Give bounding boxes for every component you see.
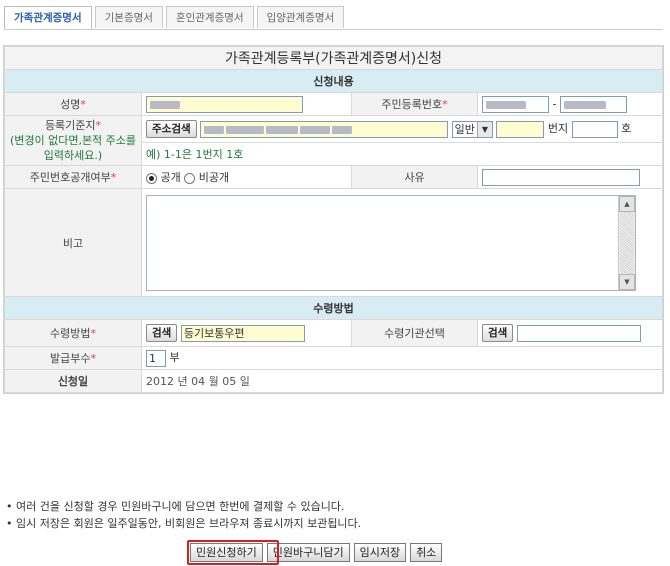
application-form: 가족관계등록부(가족관계증명서)신청 신청내용 성명* 주민등록번호* - 등록… (3, 45, 664, 394)
remark-label: 비고 (4, 188, 142, 297)
note-basket: • 여러 건을 신청할 경우 민원바구니에 담으면 한번에 결제할 수 있습니다… (6, 500, 345, 513)
ho-input[interactable] (571, 120, 618, 138)
bunji-input[interactable] (496, 120, 545, 138)
copies-input[interactable]: 1 (146, 349, 166, 367)
apply-date-label: 신청일 (4, 369, 142, 393)
receive-org-input[interactable] (516, 324, 641, 342)
disclose-private-label: 비공개 (198, 171, 230, 184)
apply-button-highlight (187, 540, 279, 565)
address-example: 예) 1-1은 1번지 1호 (141, 142, 663, 166)
apply-date-value: 2012 년 04 월 05 일 (141, 369, 663, 393)
name-input[interactable] (146, 95, 303, 113)
remark-scrollbar[interactable]: ▲ ▼ (618, 195, 635, 290)
address-row: 주소검색 일반 ▼ 번지 호 (141, 114, 663, 144)
copies-label: 발급부수* (4, 346, 142, 370)
rrn-front-input[interactable] (482, 95, 549, 113)
address-type-select[interactable]: 일반 ▼ (451, 120, 493, 138)
copies-unit: 부 (169, 351, 180, 365)
section-receive-method: 수령방법 (4, 296, 663, 320)
address-label: 등록기준지* (변경이 없다면,본적 주소를 입력하세요.) (4, 115, 142, 166)
rrn-label: 주민등록번호* (351, 92, 478, 116)
address-hint: (변경이 없다면,본적 주소를 입력하세요.) (9, 134, 137, 162)
address-input[interactable] (200, 120, 449, 138)
scroll-down-icon[interactable]: ▼ (619, 273, 635, 290)
rrn-cell: - (477, 92, 663, 116)
cancel-button[interactable]: 취소 (410, 543, 443, 562)
name-cell (141, 92, 352, 116)
disclose-public-label: 공개 (160, 171, 181, 184)
certificate-tabs: 가족관계증명서 기본증명서 혼인관계증명서 입양관계증명서 (4, 6, 347, 30)
remark-cell: ▲ ▼ (141, 188, 663, 297)
notes: • 여러 건을 신청할 경우 민원바구니에 담으면 한번에 결제할 수 있습니다… (6, 498, 361, 532)
add-to-basket-button[interactable]: 민원바구니담기 (266, 543, 350, 562)
ho-label: 호 (621, 122, 632, 136)
copies-cell: 1 부 (141, 346, 663, 370)
scroll-up-icon[interactable]: ▲ (619, 195, 635, 212)
section-apply-content: 신청내용 (4, 69, 663, 93)
tab-divider (4, 29, 663, 30)
rrn-separator: - (552, 97, 557, 110)
tab-adoption[interactable]: 입양관계증명서 (256, 6, 345, 28)
tab-family-relation[interactable]: 가족관계증명서 (4, 6, 92, 30)
reason-input[interactable] (482, 168, 640, 186)
reason-label: 사유 (351, 165, 478, 189)
reason-cell (477, 165, 663, 189)
remark-textarea[interactable]: ▲ ▼ (146, 194, 636, 291)
rrn-disclose-options: 공개 비공개 (141, 165, 352, 189)
chevron-down-icon[interactable]: ▼ (476, 121, 492, 137)
receive-method-input[interactable]: 등기보통우편 (180, 324, 305, 342)
temp-save-button[interactable]: 임시저장 (353, 543, 407, 562)
name-label: 성명* (4, 92, 142, 116)
receive-method-search-button[interactable]: 검색 (146, 324, 178, 342)
receive-org-search-button[interactable]: 검색 (482, 324, 514, 342)
receive-org-label: 수령기관선택 (351, 319, 478, 347)
tab-basic[interactable]: 기본증명서 (94, 6, 163, 28)
rrn-disclose-label: 주민번호공개여부* (4, 165, 142, 189)
address-search-button[interactable]: 주소검색 (146, 120, 197, 139)
receive-org-cell: 검색 (477, 319, 663, 347)
tab-marriage[interactable]: 혼인관계증명서 (165, 6, 254, 28)
receive-method-cell: 검색 등기보통우편 (141, 319, 352, 347)
disclose-public-radio[interactable] (146, 172, 157, 184)
receive-method-label: 수령방법* (4, 319, 142, 347)
rrn-back-input[interactable] (559, 95, 627, 113)
note-temp-save: • 임시 저장은 회원은 일주일동안, 비회원은 브라우져 종료시까지 보관됩니… (6, 517, 362, 530)
form-title: 가족관계등록부(가족관계증명서)신청 (4, 46, 663, 70)
disclose-private-radio[interactable] (184, 172, 196, 184)
bunji-label: 번지 (547, 122, 569, 136)
